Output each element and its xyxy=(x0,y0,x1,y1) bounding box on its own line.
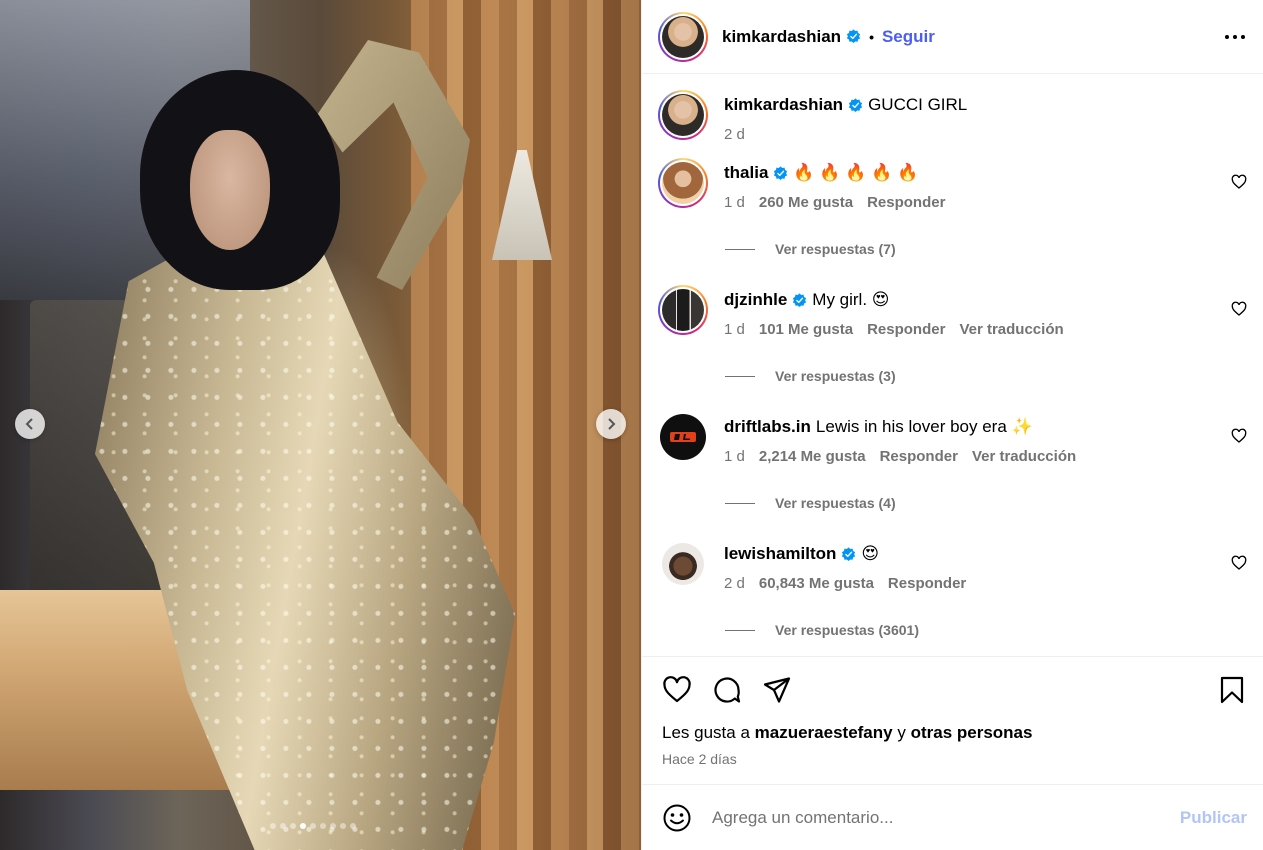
view-replies-label: Ver respuestas (3) xyxy=(775,368,896,384)
view-replies-button[interactable]: Ver respuestas (4) xyxy=(725,495,1247,511)
liker-username[interactable]: mazueraestefany xyxy=(755,723,893,742)
author-avatar[interactable] xyxy=(658,11,708,62)
verified-badge-icon xyxy=(842,546,856,561)
chevron-right-icon xyxy=(608,418,616,430)
comment-thread: thalia 🔥 🔥 🔥 🔥 🔥 1 d 260 Me gusta Respon… xyxy=(658,158,1247,257)
slide-dot xyxy=(270,823,276,829)
comment-time[interactable]: 1 d xyxy=(724,448,745,465)
comment-text: 😍 xyxy=(861,544,880,563)
slide-dot xyxy=(340,823,346,829)
other-likers-link[interactable]: otras personas xyxy=(911,723,1033,742)
comment-time[interactable]: 1 d xyxy=(724,194,745,211)
commenter-username[interactable]: thalia xyxy=(724,163,768,183)
slide-dot xyxy=(320,823,326,829)
comment-time[interactable]: 2 d xyxy=(724,575,745,592)
comment-thread: driftlabs.in Lewis in his lover boy era … xyxy=(658,412,1247,511)
heart-icon[interactable] xyxy=(662,675,692,705)
comment-input[interactable] xyxy=(712,807,1180,828)
post-header: kimkardashian • Seguir xyxy=(642,0,1263,74)
emoji-icon[interactable] xyxy=(662,803,692,833)
header-separator: • xyxy=(869,28,874,45)
comment-likes[interactable]: 101 Me gusta xyxy=(759,321,853,338)
slide-dot xyxy=(280,823,286,829)
post-caption: kimkardashian GUCCI GIRL 2 d xyxy=(658,90,1247,143)
view-replies-label: Ver respuestas (4) xyxy=(775,495,896,511)
post-modal: kimkardashian • Seguir kimkardashian GUC… xyxy=(0,0,1263,850)
heart-outline-icon[interactable] xyxy=(1231,174,1247,190)
comment: lewishamilton 😍 2 d 60,843 Me gusta Resp… xyxy=(658,539,1247,592)
heart-outline-icon[interactable] xyxy=(1231,301,1247,317)
follow-button[interactable]: Seguir xyxy=(882,27,935,47)
slide-dot xyxy=(290,823,296,829)
commenter-avatar[interactable] xyxy=(662,543,704,585)
comment-thread: lewishamilton 😍 2 d 60,843 Me gusta Resp… xyxy=(658,539,1247,638)
commenter-username[interactable]: lewishamilton xyxy=(724,544,836,564)
comment-text: 🔥 🔥 🔥 🔥 🔥 xyxy=(793,163,919,182)
comment-time[interactable]: 1 d xyxy=(724,321,745,338)
post-timestamp[interactable]: Hace 2 días xyxy=(662,751,1247,767)
verified-badge-icon xyxy=(774,165,788,180)
heart-outline-icon[interactable] xyxy=(1231,428,1247,444)
comment-icon[interactable] xyxy=(712,675,742,705)
next-slide-button[interactable] xyxy=(596,409,626,439)
comment: driftlabs.in Lewis in his lover boy era … xyxy=(658,412,1247,465)
comments-list: kimkardashian GUCCI GIRL 2 d thalia 🔥 🔥 … xyxy=(642,74,1263,656)
heart-outline-icon[interactable] xyxy=(1231,555,1247,571)
translate-button[interactable]: Ver traducción xyxy=(972,448,1076,465)
reply-button[interactable]: Responder xyxy=(888,575,966,592)
caption-avatar[interactable] xyxy=(658,90,708,140)
comment: thalia 🔥 🔥 🔥 🔥 🔥 1 d 260 Me gusta Respon… xyxy=(658,158,1247,211)
reply-button[interactable]: Responder xyxy=(867,321,945,338)
commenter-avatar[interactable] xyxy=(658,412,708,462)
verified-badge-icon xyxy=(846,29,861,44)
slide-dot xyxy=(310,823,316,829)
post-actions: Les gusta a mazueraestefany y otras pers… xyxy=(642,656,1263,784)
commenter-avatar[interactable] xyxy=(658,285,708,335)
view-replies-button[interactable]: Ver respuestas (3) xyxy=(725,368,1247,384)
commenter-username[interactable]: djzinhle xyxy=(724,290,787,310)
view-replies-label: Ver respuestas (7) xyxy=(775,241,896,257)
chevron-left-icon xyxy=(25,418,33,430)
likes-summary: Les gusta a mazueraestefany y otras pers… xyxy=(662,723,1033,742)
add-comment-bar: Publicar xyxy=(642,784,1263,850)
commenter-username[interactable]: driftlabs.in xyxy=(724,417,811,437)
caption-username[interactable]: kimkardashian xyxy=(724,95,843,115)
caption-time[interactable]: 2 d xyxy=(724,126,745,143)
verified-badge-icon xyxy=(793,292,807,307)
comment: djzinhle My girl. 😍 1 d 101 Me gusta Res… xyxy=(658,285,1247,338)
comment-thread: djzinhle My girl. 😍 1 d 101 Me gusta Res… xyxy=(658,285,1247,384)
translate-button[interactable]: Ver traducción xyxy=(959,321,1063,338)
view-replies-label: Ver respuestas (3601) xyxy=(775,622,919,638)
previous-slide-button[interactable] xyxy=(15,409,45,439)
verified-badge-icon xyxy=(848,97,863,112)
more-horizontal-icon xyxy=(1225,34,1245,39)
bookmark-icon[interactable] xyxy=(1217,675,1247,705)
slide-dot xyxy=(350,823,356,829)
reply-button[interactable]: Responder xyxy=(867,194,945,211)
comment-likes[interactable]: 2,214 Me gusta xyxy=(759,448,866,465)
comment-likes[interactable]: 260 Me gusta xyxy=(759,194,853,211)
driftlabs-logo-icon xyxy=(670,432,696,442)
slide-dot xyxy=(330,823,336,829)
commenter-avatar[interactable] xyxy=(658,158,708,208)
caption-text: GUCCI GIRL xyxy=(868,95,968,114)
post-media xyxy=(0,0,641,850)
slide-indicator xyxy=(268,823,641,829)
reply-button[interactable]: Responder xyxy=(880,448,958,465)
slide-dot xyxy=(300,823,306,829)
view-replies-button[interactable]: Ver respuestas (3601) xyxy=(725,622,1247,638)
post-side-panel: kimkardashian • Seguir kimkardashian GUC… xyxy=(641,0,1263,850)
comment-text: Lewis in his lover boy era ✨ xyxy=(815,417,1033,436)
comment-likes[interactable]: 60,843 Me gusta xyxy=(759,575,874,592)
comment-text: My girl. 😍 xyxy=(812,290,890,309)
view-replies-button[interactable]: Ver respuestas (7) xyxy=(725,241,1247,257)
publish-button[interactable]: Publicar xyxy=(1180,808,1247,828)
share-icon[interactable] xyxy=(762,675,792,705)
author-username[interactable]: kimkardashian xyxy=(722,27,841,47)
more-options-button[interactable] xyxy=(1223,25,1247,49)
